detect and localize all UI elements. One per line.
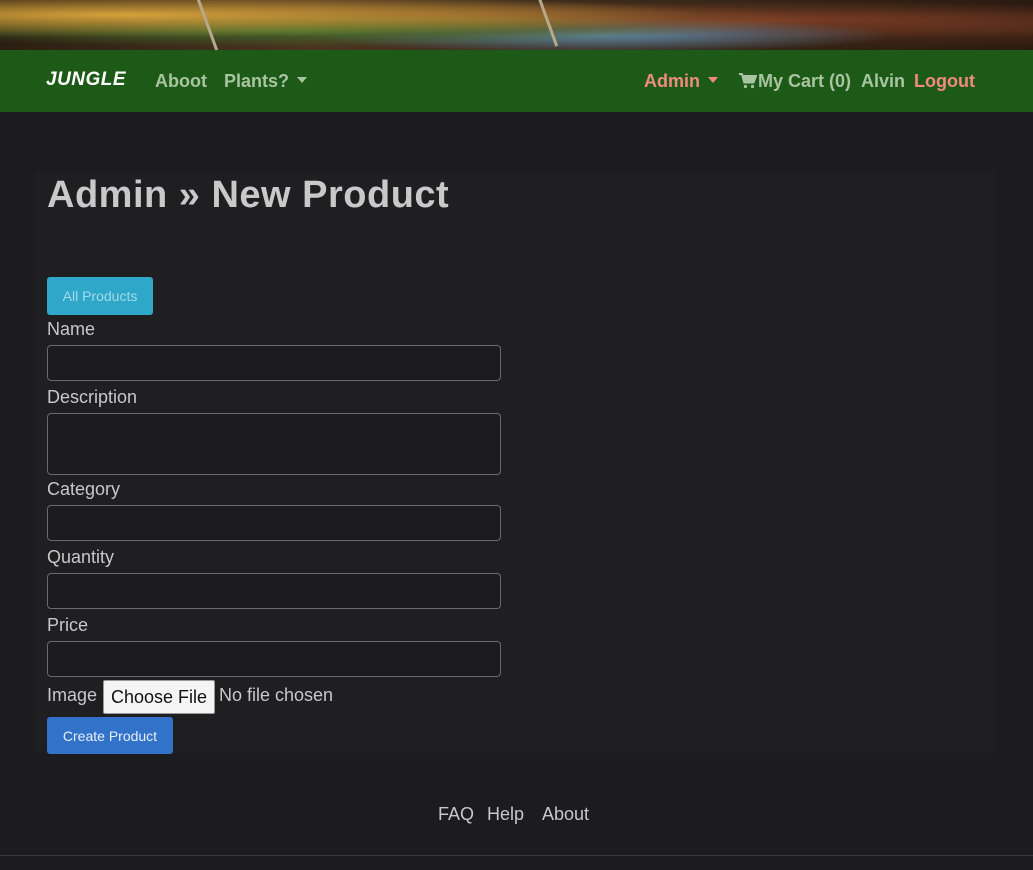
nav-cart-link[interactable]: My Cart (0): [739, 71, 851, 92]
banner-decoration: [534, 0, 559, 47]
top-navbar: JUNGLE Aboot Plants? Admin My Cart (0) A…: [0, 50, 1033, 112]
price-label: Price: [47, 615, 89, 635]
nav-username: Alvin: [861, 71, 906, 91]
nav-plants-dropdown[interactable]: Plants?: [224, 71, 308, 92]
description-label: Description: [47, 387, 138, 407]
description-textarea[interactable]: [47, 413, 501, 475]
choose-file-button[interactable]: Choose File: [103, 680, 215, 714]
admin-panel: Admin » New Product All Products Name De…: [35, 172, 995, 754]
price-input[interactable]: [47, 641, 501, 677]
nav-aboot-link[interactable]: Aboot: [155, 71, 207, 92]
create-product-button[interactable]: Create Product: [47, 717, 173, 754]
image-label: Image: [47, 685, 98, 705]
nav-admin-label: Admin: [644, 71, 700, 91]
chevron-down-icon: [708, 77, 718, 83]
category-label: Category: [47, 479, 121, 499]
file-status-text: No file chosen: [219, 685, 334, 705]
chevron-down-icon: [297, 77, 308, 83]
name-input[interactable]: [47, 345, 501, 381]
nav-cart-label: My Cart (0): [758, 71, 852, 91]
footer-faq-link[interactable]: FAQ: [438, 804, 474, 825]
footer-divider: [0, 855, 1033, 856]
nav-admin-dropdown[interactable]: Admin: [644, 71, 718, 92]
footer-about-link[interactable]: About: [542, 804, 589, 825]
brand-logo[interactable]: JUNGLE: [46, 69, 126, 91]
all-products-button[interactable]: All Products: [47, 277, 153, 315]
nav-logout-link[interactable]: Logout: [914, 71, 975, 92]
shopping-cart-icon: [739, 73, 757, 89]
quantity-input[interactable]: [47, 573, 501, 609]
name-label: Name: [47, 319, 96, 339]
page-title: Admin » New Product: [47, 174, 450, 216]
banner-decoration: [194, 0, 219, 51]
footer-help-link[interactable]: Help: [487, 804, 524, 825]
nav-plants-label: Plants?: [224, 71, 290, 91]
category-select[interactable]: [47, 505, 501, 541]
quantity-label: Quantity: [47, 547, 115, 567]
header-banner-image: [0, 0, 1033, 51]
